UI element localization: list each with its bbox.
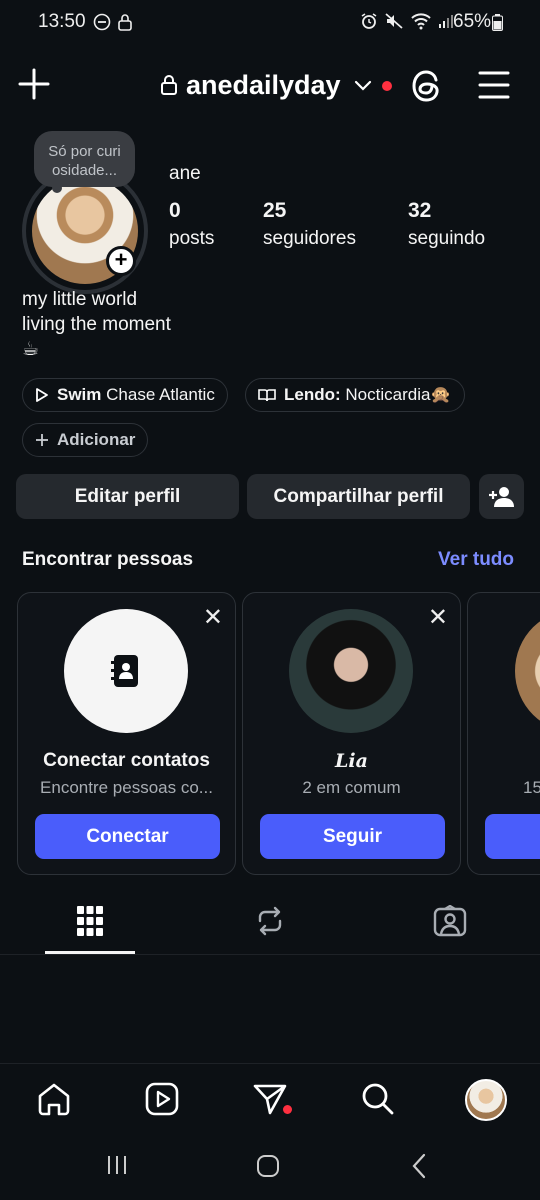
music-pill[interactable]: Swim Chase Atlantic bbox=[22, 378, 228, 412]
status-left-icons bbox=[93, 13, 133, 31]
battery-percentage: 65% bbox=[453, 11, 492, 32]
status-time: 13:50 bbox=[38, 11, 86, 32]
book-icon bbox=[258, 389, 276, 402]
suggestion-card-partial: 15 bbox=[467, 592, 540, 875]
discover-title: Encontrar pessoas bbox=[22, 549, 194, 570]
suggestion-card: ✕ Lia 2 em comum Seguir bbox=[242, 592, 461, 875]
lock-status-icon bbox=[118, 14, 132, 31]
contacts-avatar bbox=[64, 609, 188, 733]
menu-icon[interactable] bbox=[478, 70, 510, 100]
followers-count[interactable]: 25 bbox=[263, 199, 286, 223]
share-profile-button[interactable]: Compartilhar perfil bbox=[247, 474, 470, 519]
bio-line: my little world bbox=[22, 289, 138, 310]
profile-bio: my little world living the moment ☕ bbox=[22, 287, 171, 362]
message-notification-dot bbox=[283, 1105, 292, 1114]
reading-pill[interactable]: Lendo: Nocticardia🙊 bbox=[245, 378, 465, 412]
repost-icon[interactable] bbox=[256, 905, 284, 937]
add-friend-button[interactable] bbox=[479, 474, 524, 519]
private-lock-icon bbox=[161, 75, 177, 95]
following-count[interactable]: 32 bbox=[408, 199, 431, 223]
bio-line: living the moment bbox=[22, 314, 171, 335]
posts-label[interactable]: posts bbox=[169, 228, 214, 250]
following-label[interactable]: seguindo bbox=[408, 228, 485, 250]
close-icon[interactable]: ✕ bbox=[428, 603, 448, 632]
tagged-icon[interactable] bbox=[433, 905, 467, 937]
bio-emoji: ☕ bbox=[22, 339, 40, 360]
plus-icon bbox=[36, 434, 48, 446]
connect-button[interactable]: Conectar bbox=[35, 814, 220, 859]
posts-count[interactable]: 0 bbox=[169, 199, 181, 223]
status-right-icons bbox=[360, 12, 454, 30]
close-icon[interactable]: ✕ bbox=[203, 603, 223, 632]
grid-icon[interactable] bbox=[77, 906, 103, 936]
bottom-nav bbox=[0, 1063, 540, 1139]
card-subtitle: 2 em comum bbox=[302, 778, 401, 797]
play-icon bbox=[36, 388, 48, 402]
add-pill-label: Adicionar bbox=[57, 430, 136, 449]
music-artist: Chase Atlantic bbox=[106, 385, 215, 404]
system-nav-bar bbox=[0, 1139, 540, 1200]
battery-icon bbox=[492, 14, 503, 31]
music-title: Swim bbox=[57, 385, 102, 404]
contacts-book-icon bbox=[111, 655, 138, 687]
search-icon[interactable] bbox=[361, 1082, 395, 1116]
reading-title: Nocticardia🙊 bbox=[345, 385, 452, 404]
connect-contacts-card: ✕ Conectar contatos Encontre pessoas co.… bbox=[17, 592, 236, 875]
reading-label: Lendo: bbox=[284, 385, 341, 404]
wifi-icon bbox=[411, 13, 431, 30]
mute-icon bbox=[385, 13, 403, 29]
do-not-disturb-icon bbox=[93, 13, 111, 31]
reels-icon[interactable] bbox=[145, 1082, 179, 1116]
back-icon[interactable] bbox=[410, 1153, 428, 1179]
signal-icon bbox=[439, 15, 453, 28]
profile-username[interactable]: anedailyday bbox=[186, 70, 341, 101]
notification-dot bbox=[382, 81, 392, 91]
create-icon[interactable] bbox=[16, 66, 52, 102]
suggestion-avatar[interactable] bbox=[289, 609, 413, 733]
card-title: Conectar contatos bbox=[43, 750, 210, 771]
follow-button[interactable] bbox=[485, 814, 540, 859]
home-icon[interactable] bbox=[37, 1082, 71, 1116]
alarm-icon bbox=[361, 13, 377, 29]
add-pill[interactable]: Adicionar bbox=[22, 423, 149, 457]
add-story-icon[interactable]: + bbox=[106, 246, 136, 276]
status-bar: 13:50 65% bbox=[0, 0, 540, 44]
card-subtitle: Encontre pessoas co... bbox=[40, 778, 213, 797]
followers-label[interactable]: seguidores bbox=[263, 228, 356, 250]
suggestion-avatar[interactable] bbox=[515, 609, 540, 733]
recent-apps-icon[interactable] bbox=[106, 1154, 128, 1176]
tab-divider bbox=[0, 954, 540, 955]
profile-note[interactable]: Só por curi osidade... bbox=[34, 131, 135, 187]
profile-avatar-icon[interactable] bbox=[465, 1079, 507, 1121]
chevron-down-icon[interactable] bbox=[354, 80, 372, 92]
edit-profile-button[interactable]: Editar perfil bbox=[16, 474, 239, 519]
home-button-icon[interactable] bbox=[256, 1154, 280, 1178]
add-person-icon bbox=[488, 486, 514, 507]
threads-icon[interactable] bbox=[408, 66, 446, 106]
card-subtitle: 15 bbox=[523, 778, 540, 797]
follow-button[interactable]: Seguir bbox=[260, 814, 445, 859]
card-title[interactable]: Lia bbox=[243, 750, 460, 772]
profile-name: ane bbox=[169, 163, 201, 184]
see-all-link[interactable]: Ver tudo bbox=[438, 549, 514, 571]
